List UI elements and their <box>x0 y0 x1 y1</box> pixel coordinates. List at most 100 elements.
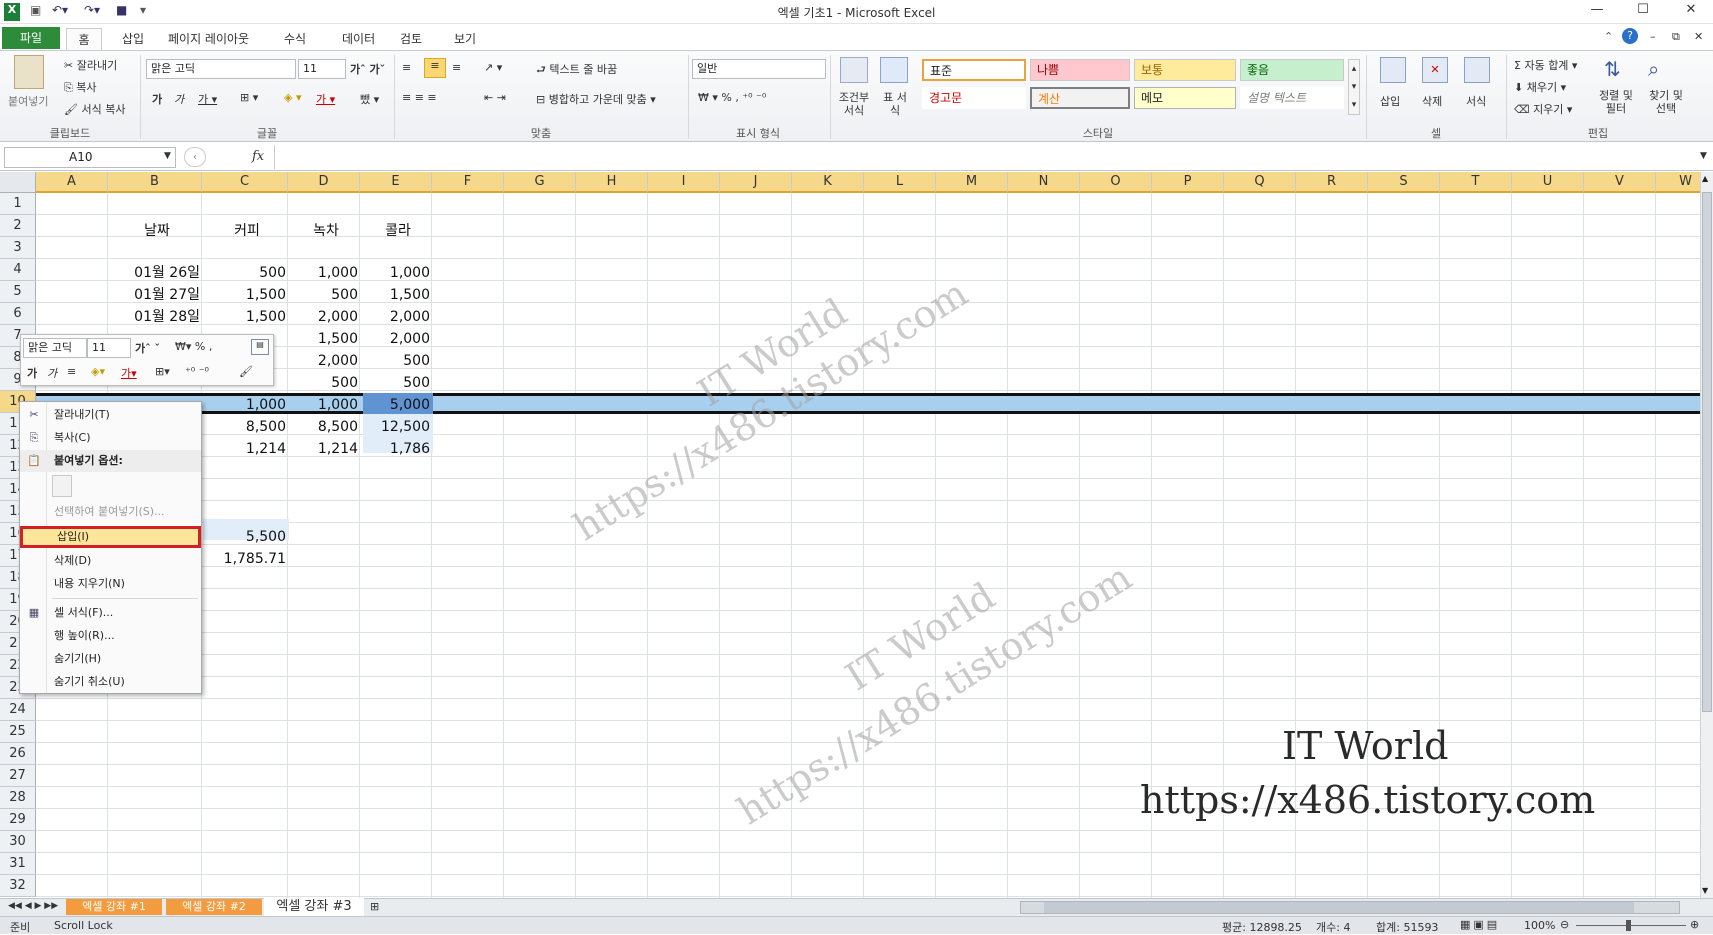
column-header-P[interactable]: P <box>1152 172 1224 193</box>
tab-file[interactable]: 파일 <box>2 27 60 49</box>
table-cell[interactable]: 1,214 <box>290 438 362 460</box>
help-icon[interactable]: ? <box>1622 28 1638 44</box>
table-cell[interactable]: 1,500 <box>204 284 290 306</box>
column-header-V[interactable]: V <box>1584 172 1656 193</box>
mini-size-select[interactable]: 11 <box>87 338 131 358</box>
menu-item-insert[interactable]: 삽입(I) <box>20 526 201 548</box>
copy-button[interactable]: ⎘ 복사 <box>64 79 97 95</box>
zoom-in-icon[interactable]: ⊕ <box>1690 918 1699 931</box>
underline-icon[interactable]: 가 ▾ <box>198 91 217 107</box>
column-header-W[interactable]: W <box>1656 172 1700 193</box>
column-header-G[interactable]: G <box>504 172 576 193</box>
column-header-M[interactable]: M <box>936 172 1008 193</box>
mini-font-select[interactable]: 맑은 고딕 <box>23 338 87 358</box>
mini-fill-icon[interactable]: ◈▾ <box>91 365 105 378</box>
delete-cells-button[interactable]: 삭제 <box>1422 93 1442 109</box>
table-cell[interactable]: 1,000 <box>290 394 362 416</box>
select-all-corner[interactable] <box>0 172 36 193</box>
table-format-button[interactable]: 표 서식 <box>880 91 910 117</box>
table-cell[interactable]: 500 <box>204 262 290 284</box>
align-left-icon[interactable]: ≡ ≡ ≡ <box>402 91 437 104</box>
tab-page-layout[interactable]: 페이지 레이아웃 <box>158 28 259 51</box>
font-color-icon[interactable]: 가 ▾ <box>316 91 335 107</box>
scroll-down-icon[interactable]: ▼ <box>1702 886 1708 895</box>
menu-item-delete[interactable]: 삭제(D) <box>20 550 201 572</box>
wrap-text-button[interactable]: ⮐ 텍스트 줄 바꿈 <box>536 61 617 80</box>
formula-bar-expand-icon[interactable]: ▼ <box>1700 151 1707 161</box>
table-cell[interactable]: 01월 27일 <box>110 284 204 306</box>
table-cell[interactable]: 8,500 <box>204 416 290 438</box>
horizontal-scroll-thumb[interactable] <box>1044 902 1634 913</box>
formula-input[interactable] <box>274 145 1698 169</box>
vertical-scrollbar[interactable]: ▲ ▼ <box>1700 172 1713 898</box>
row-header-30[interactable]: 30 <box>0 831 36 853</box>
style-bad[interactable]: 나쁨 <box>1030 59 1130 81</box>
mini-format-icon[interactable]: ▤ <box>251 339 269 355</box>
maximize-icon[interactable]: ☐ <box>1628 2 1658 22</box>
header-coffee[interactable]: 커피 <box>204 220 290 242</box>
conditional-format-button[interactable]: 조건부 서식 <box>836 91 872 117</box>
minimize-icon[interactable]: — <box>1582 2 1612 22</box>
menu-item-copy[interactable]: ⎘ 복사(C) <box>20 427 201 449</box>
column-header-C[interactable]: C <box>202 172 288 193</box>
tab-review[interactable]: 검토 <box>390 28 432 51</box>
row-header-5[interactable]: 5 <box>0 281 36 303</box>
phonetic-icon[interactable]: 뺐 ▾ <box>360 91 379 107</box>
table-cell[interactable]: 2,000 <box>290 306 362 328</box>
mini-font-color-icon[interactable]: 가▾ <box>121 365 137 381</box>
table-cell[interactable]: 500 <box>362 372 434 394</box>
row-header-29[interactable]: 29 <box>0 809 36 831</box>
number-format-select[interactable]: 일반 <box>692 59 826 79</box>
mini-italic-icon[interactable]: 가 <box>47 365 57 381</box>
paste-icon[interactable] <box>14 55 44 89</box>
menu-item-unhide[interactable]: 숨기기 취소(U) <box>20 671 201 693</box>
row-header-3[interactable]: 3 <box>0 237 36 259</box>
doc-restore-icon[interactable]: ⧉ <box>1672 30 1680 44</box>
doc-minimize-icon[interactable]: – <box>1650 30 1656 43</box>
row-header-25[interactable]: 25 <box>0 721 36 743</box>
name-box[interactable]: A10 <box>4 147 176 168</box>
table-cell[interactable]: 1,500 <box>204 306 290 328</box>
sheet-tab-3[interactable]: 엑셀 강좌 #3 <box>264 898 364 916</box>
style-normal[interactable]: 표준 <box>922 59 1026 81</box>
table-cell[interactable]: 12,500 <box>362 416 434 438</box>
merge-center-button[interactable]: ⊟ 병합하고 가운데 맞춤 ▾ <box>536 91 656 107</box>
row-header-28[interactable]: 28 <box>0 787 36 809</box>
table-cell[interactable]: 1,500 <box>290 328 362 350</box>
column-header-F[interactable]: F <box>432 172 504 193</box>
row-header-4[interactable]: 4 <box>0 259 36 281</box>
table-cell[interactable]: 1,500 <box>362 284 434 306</box>
tab-formulas[interactable]: 수식 <box>274 28 316 51</box>
insert-cells-button[interactable]: 삽입 <box>1380 93 1400 109</box>
column-header-J[interactable]: J <box>720 172 792 193</box>
column-header-O[interactable]: O <box>1080 172 1152 193</box>
column-header-Q[interactable]: Q <box>1224 172 1296 193</box>
name-box-dropdown-icon[interactable]: ▼ <box>164 151 171 161</box>
style-note[interactable]: 메모 <box>1134 87 1236 109</box>
table-cell[interactable]: 5,000 <box>362 394 434 416</box>
row-header-2[interactable]: 2 <box>0 215 36 237</box>
zoom-out-icon[interactable]: ⊖ <box>1560 918 1569 931</box>
scroll-up-icon[interactable]: ▲ <box>1702 174 1708 183</box>
column-header-R[interactable]: R <box>1296 172 1368 193</box>
row-header-31[interactable]: 31 <box>0 853 36 875</box>
column-header-U[interactable]: U <box>1512 172 1584 193</box>
fill-button[interactable]: ⬇ 채우기 ▾ <box>1514 79 1566 95</box>
header-date[interactable]: 날짜 <box>110 220 204 242</box>
column-header-I[interactable]: I <box>648 172 720 193</box>
mini-accounting-icon[interactable]: ₩▾ % , <box>175 340 212 353</box>
column-header-T[interactable]: T <box>1440 172 1512 193</box>
table-cell[interactable]: 500 <box>290 284 362 306</box>
fill-color-icon[interactable]: ◈ ▾ <box>284 91 301 104</box>
bold-icon[interactable]: 가 <box>152 91 162 107</box>
clear-button[interactable]: ⌫ 지우기 ▾ <box>1514 101 1572 117</box>
formula-expand-icon[interactable]: ‹ <box>184 147 206 167</box>
menu-item-clear-contents[interactable]: 내용 지우기(N) <box>20 573 201 595</box>
mini-brush-icon[interactable]: 🖌 <box>239 365 253 378</box>
table-cell[interactable]: 1,786 <box>362 438 434 460</box>
table-cell[interactable]: 1,000 <box>290 262 362 284</box>
close-icon[interactable]: ✕ <box>1676 2 1706 22</box>
tab-home[interactable]: 홈 <box>66 28 102 51</box>
view-buttons-icon[interactable]: ▦▣▤ <box>1460 918 1500 931</box>
row-header-27[interactable]: 27 <box>0 765 36 787</box>
